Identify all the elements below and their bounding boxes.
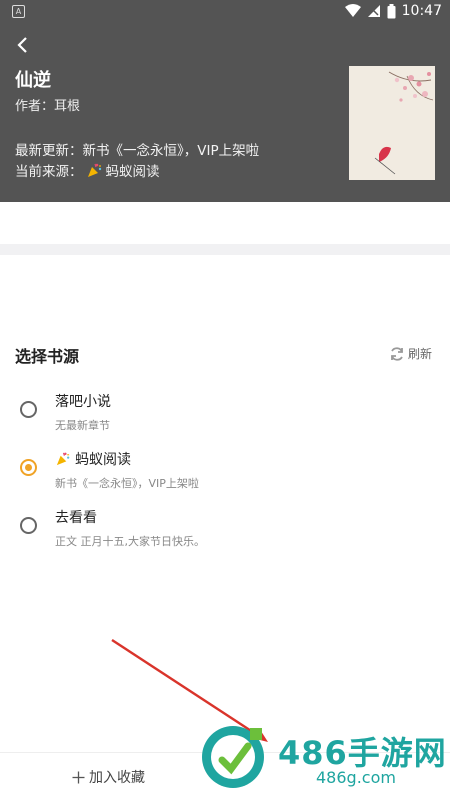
battery-icon [387,3,396,18]
radio-button[interactable] [20,401,37,418]
party-popper-icon [87,163,101,177]
source-item-luoba[interactable]: 落吧小说 无最新章节 [0,391,450,443]
refresh-button[interactable]: 刷新 [389,345,432,362]
source-name: 去看看 [55,510,97,526]
source-name: 蚂蚁阅读 [75,452,131,468]
source-name-row: 蚂蚁阅读 [55,449,131,469]
party-popper-icon [56,452,70,466]
choose-source-title: 选择书源 [15,347,80,366]
book-author: 作者：耳根 [15,99,81,114]
plus-icon [72,771,85,783]
book-cover[interactable] [349,66,435,180]
status-bar: A 10:47 [0,0,450,22]
source-latest-chapter: 无最新章节 [55,419,110,432]
source-latest-chapter: 正文 正月十五,大家节日快乐。 [55,535,205,548]
source-name: 落吧小说 [55,394,111,410]
book-title: 仙逆 [15,70,51,91]
current-source-label: 当前来源： [15,164,83,180]
add-to-favorites-label: 加入收藏 [89,770,145,786]
clock: 10:47 [401,3,442,19]
book-header: 仙逆 作者：耳根 最新更新：新书《一念永恒》，VIP上架啦 当前来源： 蚂蚁阅读 [0,22,450,202]
radio-button-selected[interactable] [20,459,37,476]
app-notification-icon: A [12,5,25,18]
status-icons: 10:47 [344,3,442,19]
source-item-qukankan[interactable]: 去看看 正文 正月十五,大家节日快乐。 [0,507,450,559]
add-to-favorites-button[interactable]: 加入收藏 [72,767,145,787]
current-source: 当前来源： 蚂蚁阅读 [15,160,160,180]
radio-button[interactable] [20,517,37,534]
signal-icon [367,5,380,17]
source-item-mayi[interactable]: 蚂蚁阅读 新书《一念永恒》，VIP上架啦 [0,449,450,501]
source-latest-chapter: 新书《一念永恒》，VIP上架啦 [55,477,199,490]
current-source-name: 蚂蚁阅读 [105,164,160,180]
latest-update: 最新更新：新书《一念永恒》，VIP上架啦 [15,143,260,159]
wifi-icon [344,4,361,17]
back-arrow-icon[interactable] [14,34,34,56]
cover-art [349,66,435,180]
refresh-icon [391,346,403,361]
refresh-label: 刷新 [408,347,433,361]
section-divider [0,244,450,255]
watermark-subtext: 486g.com [316,768,396,787]
watermark-logo [202,726,264,788]
